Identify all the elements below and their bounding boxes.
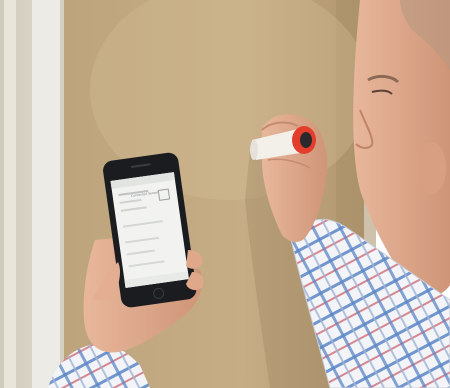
door-trim: [32, 0, 62, 388]
door-trim-outer: [4, 0, 16, 388]
scene-graphic: [0, 0, 450, 388]
photo-scene: Connected Sensor: [0, 0, 450, 388]
ear: [418, 142, 446, 194]
